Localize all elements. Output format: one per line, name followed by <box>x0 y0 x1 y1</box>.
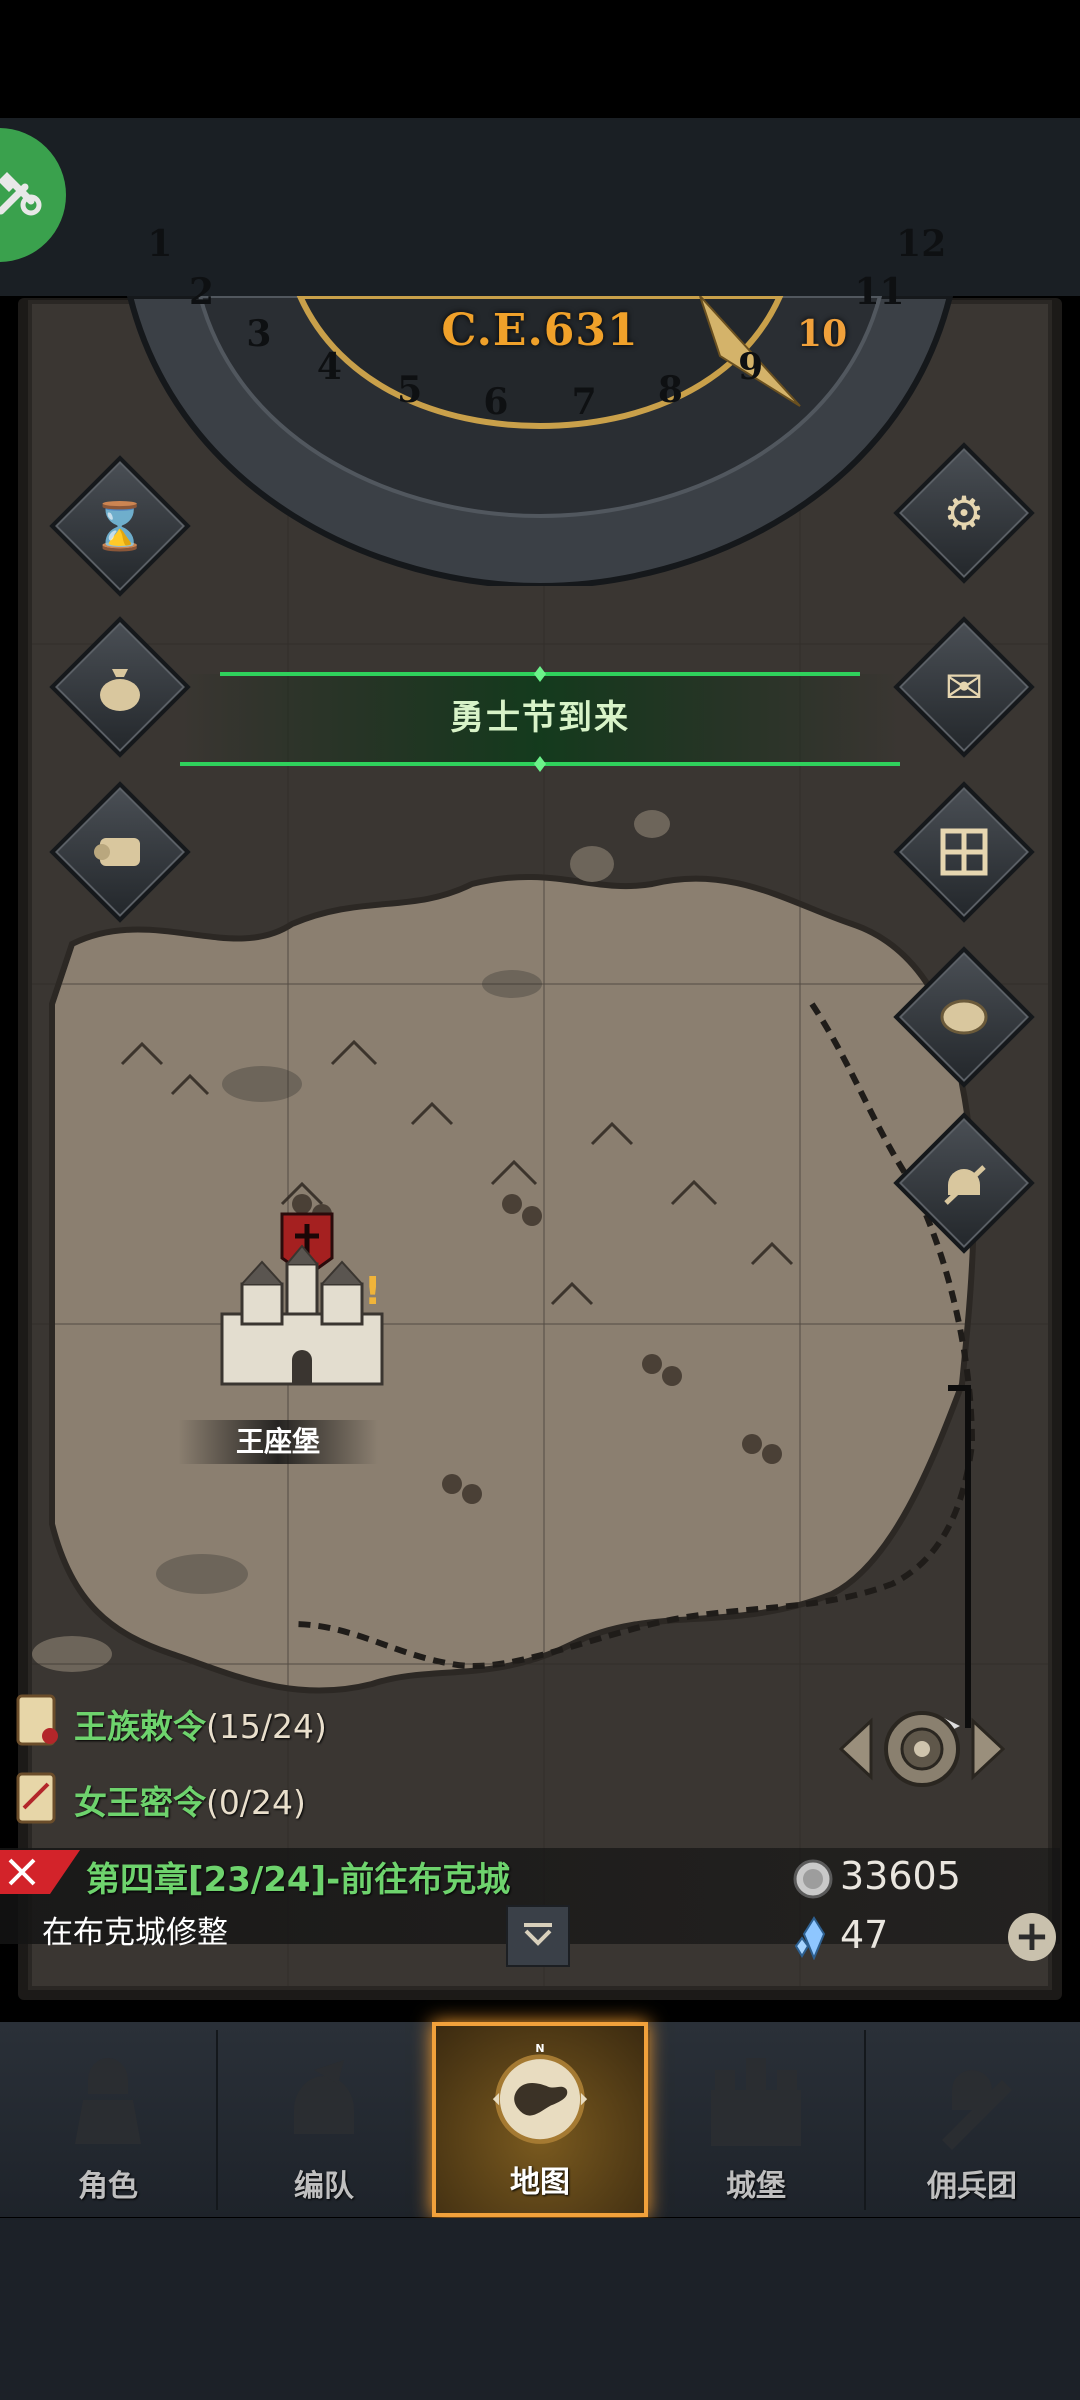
month-number: 11 <box>854 271 905 314</box>
nav-label: 编队 <box>294 2169 354 2204</box>
quest-progress: (15/24) <box>206 1707 327 1746</box>
add-gems-button[interactable]: + <box>1008 1913 1056 1961</box>
castle-name-label[interactable]: 王座堡 <box>178 1420 378 1464</box>
nav-label: 城堡 <box>726 2169 786 2204</box>
money-bag-icon <box>74 641 166 733</box>
month-number: 8 <box>657 368 683 411</box>
month-number: 4 <box>316 346 342 389</box>
bottom-band <box>0 2218 1080 2400</box>
castle-icon <box>701 2045 811 2155</box>
svg-text:N: N <box>535 2042 544 2055</box>
quest-name: 王族敕令 <box>74 1707 206 1746</box>
month-number: 3 <box>246 313 272 356</box>
nav-tab-formation[interactable]: 编队 <box>216 2022 432 2217</box>
month-number: 7 <box>571 380 597 423</box>
plus-icon: + <box>1014 1911 1050 1960</box>
queen-order-scroll-icon <box>16 1772 56 1824</box>
month-number: 10 <box>797 313 848 356</box>
mercenary-icon <box>917 2045 1027 2155</box>
coin-icon <box>918 971 1010 1063</box>
event-banner-text: 勇士节到来 <box>450 698 630 738</box>
gem-amount: 47 <box>840 1913 889 1957</box>
month-number: 2 <box>189 271 215 314</box>
helmet-icon <box>269 2045 379 2155</box>
quest-progress: (0/24) <box>206 1783 306 1822</box>
month-number: 9 <box>738 346 764 389</box>
svg-text:!: ! <box>364 1269 381 1313</box>
quest-queen-secret-order[interactable]: 女王密令(0/24) <box>74 1776 306 1824</box>
map-scale-bar <box>944 1385 971 1734</box>
map-direction-pad[interactable] <box>837 1694 1007 1804</box>
mail-icon: ✉ <box>944 660 984 714</box>
chevron-down-icon <box>524 1923 552 1946</box>
crossed-swords-icon <box>0 1850 80 1894</box>
chapter-title[interactable]: 第四章[23/24]-前往布克城 <box>86 1852 510 1901</box>
month-number: 6 <box>483 380 509 423</box>
nav-tab-castle[interactable]: 城堡 <box>648 2022 864 2217</box>
nav-tab-character[interactable]: 角色 <box>0 2022 216 2217</box>
nav-label: 角色 <box>78 2169 138 2204</box>
scroll-icon <box>74 806 166 898</box>
nav-tab-mercenary[interactable]: 佣兵团 <box>864 2022 1080 2217</box>
nav-label: 地图 <box>510 2165 570 2200</box>
knight-icon <box>53 2045 163 2155</box>
royal-decree-scroll-icon <box>16 1694 58 1746</box>
collapse-button[interactable] <box>506 1905 570 1967</box>
chapter-objective: 在布克城修整 <box>42 1915 228 1951</box>
silver-amount: 33605 <box>840 1854 961 1898</box>
helmet-sword-icon <box>918 1137 1010 1229</box>
month-number: 5 <box>397 368 423 411</box>
nav-label: 佣兵团 <box>927 2169 1017 2204</box>
quest-royal-decree[interactable]: 王族敕令(15/24) <box>74 1700 327 1748</box>
month-number: 1 <box>147 223 173 266</box>
nav-tab-map[interactable]: N 地图 <box>432 2022 648 2217</box>
castle-marker[interactable]: ! <box>182 1204 422 1434</box>
compass-map-icon: N <box>485 2041 595 2151</box>
crystal-icon <box>794 1916 826 1960</box>
hourglass-icon: ⌛ <box>91 498 149 553</box>
gear-icon: ⚙ <box>943 486 985 540</box>
month-number: 12 <box>896 223 947 266</box>
silver-coin-icon <box>793 1859 833 1899</box>
grid-icon <box>918 806 1010 898</box>
quest-name: 女王密令 <box>74 1783 206 1822</box>
